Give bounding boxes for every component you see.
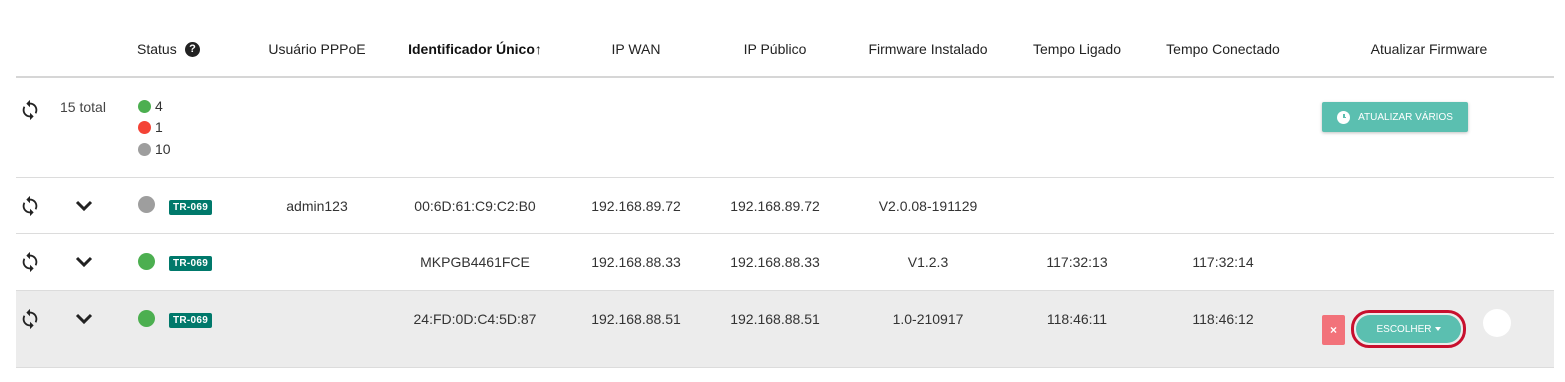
choose-firmware-label: ESCOLHER: [1376, 323, 1432, 335]
header-identifier[interactable]: Identificador Único↑: [408, 41, 542, 57]
cell-uptime: 117:32:13: [1046, 254, 1108, 270]
cell-connected: 117:32:14: [1192, 254, 1254, 270]
row-divider: [16, 177, 1554, 178]
cell-ip-public: 192.168.88.33: [730, 254, 820, 270]
header-connected[interactable]: Tempo Conectado: [1166, 41, 1280, 57]
cell-ip-public: 192.168.88.51: [730, 311, 820, 327]
cell-uptime: 118:46:11: [1046, 311, 1108, 327]
cell-firmware: V1.2.3: [907, 254, 949, 270]
device-total: 15 total: [60, 99, 106, 115]
offline-dot: [138, 121, 151, 134]
row-divider: [16, 367, 1554, 368]
protocol-badge: TR-069: [169, 313, 213, 328]
protocol-badge: TR-069: [169, 256, 213, 271]
header-status-label: Status: [137, 41, 177, 57]
cell-identifier: MKPGB4461FCE: [420, 254, 530, 270]
sort-arrow-icon: ↑: [534, 41, 542, 57]
refresh-all-icon[interactable]: [19, 99, 41, 121]
unknown-count: 10: [155, 141, 171, 157]
refresh-icon[interactable]: [19, 308, 41, 330]
cell-ip-wan: 192.168.89.72: [591, 198, 681, 214]
cell-ip-wan: 192.168.88.51: [591, 311, 681, 327]
help-icon[interactable]: ?: [185, 42, 200, 57]
offline-count: 1: [155, 119, 163, 135]
cell-pppoe: admin123: [286, 198, 348, 214]
chevron-down-icon[interactable]: [75, 313, 93, 325]
cell-ip-public: 192.168.89.72: [730, 198, 820, 214]
refresh-icon[interactable]: [19, 251, 41, 273]
header-divider: [16, 76, 1554, 78]
cell-connected: 118:46:12: [1192, 311, 1254, 327]
header-firmware[interactable]: Firmware Instalado: [868, 41, 987, 57]
header-pppoe[interactable]: Usuário PPPoE: [268, 41, 365, 57]
header-ip-wan[interactable]: IP WAN: [611, 41, 660, 57]
header-uptime[interactable]: Tempo Ligado: [1033, 41, 1121, 57]
unknown-dot: [138, 143, 151, 156]
cancel-button[interactable]: ×: [1322, 315, 1345, 345]
update-many-label: ATUALIZAR VÁRIOS: [1358, 111, 1453, 123]
cell-identifier: 24:FD:0D:C4:5D:87: [413, 311, 537, 327]
update-many-button[interactable]: ATUALIZAR VÁRIOS: [1322, 102, 1468, 132]
spinner-icon: [1483, 309, 1511, 337]
choose-firmware-button[interactable]: ESCOLHER: [1356, 315, 1461, 343]
header-status: Status: [137, 41, 177, 57]
online-dot: [138, 100, 151, 113]
online-count: 4: [155, 98, 163, 114]
status-dot: [138, 253, 155, 270]
cell-ip-wan: 192.168.88.33: [591, 254, 681, 270]
status-dot: [138, 196, 155, 213]
header-ip-public[interactable]: IP Público: [744, 41, 807, 57]
row-divider: [16, 233, 1554, 234]
status-dot: [138, 310, 155, 327]
cell-firmware: 1.0-210917: [892, 311, 964, 327]
caret-down-icon: [1434, 327, 1441, 331]
protocol-badge: TR-069: [169, 200, 213, 215]
chevron-down-icon[interactable]: [75, 256, 93, 268]
cell-identifier: 00:6D:61:C9:C2:B0: [414, 198, 536, 214]
cell-firmware: V2.0.08-191129: [878, 198, 978, 214]
chevron-down-icon[interactable]: [75, 200, 93, 212]
header-identifier-label: Identificador Único: [408, 41, 535, 57]
refresh-icon[interactable]: [19, 195, 41, 217]
header-update-firmware: Atualizar Firmware: [1370, 41, 1488, 57]
clock-icon: [1337, 110, 1351, 124]
